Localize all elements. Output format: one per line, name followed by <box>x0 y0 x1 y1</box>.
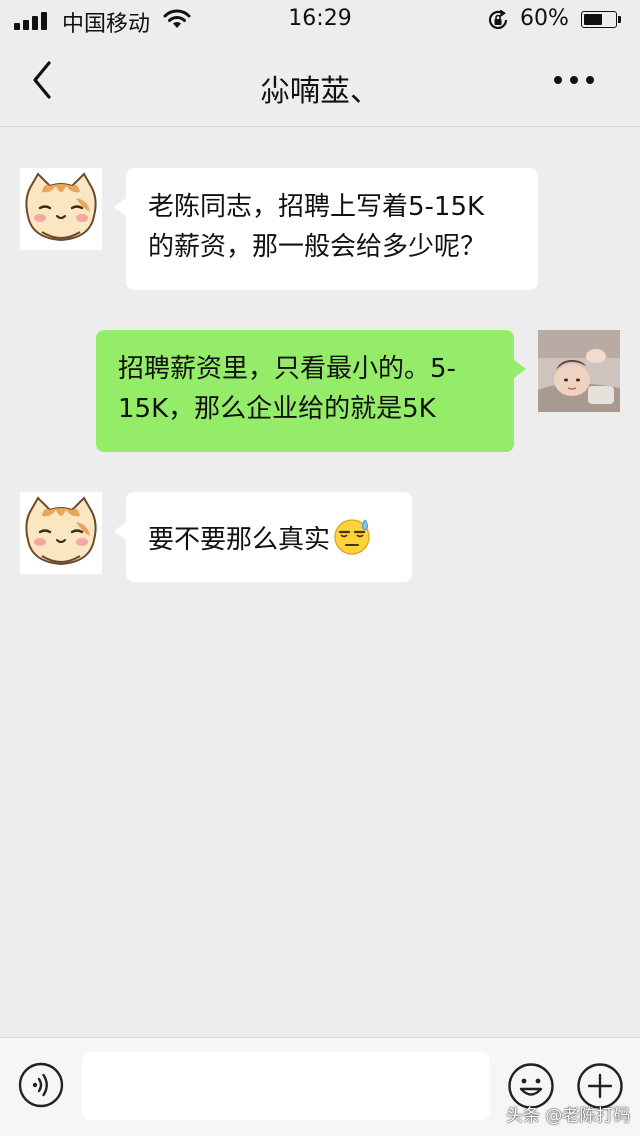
message-bubble-incoming[interactable]: 要不要那么真实 <box>114 492 412 582</box>
message-text: 要不要那么真实 <box>148 525 331 555</box>
message-text-line: 招聘薪资里，只看最小的。5- <box>118 354 456 384</box>
sweat-smile-emoji-icon <box>334 519 370 555</box>
message-bubble-incoming[interactable]: 老陈同志，招聘上写着5-15K 的薪资，那一般会给多少呢？ <box>114 168 538 290</box>
status-bar: 中国移动 16:29 60% <box>0 0 640 40</box>
battery-icon <box>581 11 623 30</box>
message-text-line: 15K，那么企业给的就是5K <box>118 394 436 424</box>
battery-percent: 60% <box>520 6 569 31</box>
contact-avatar[interactable] <box>20 492 102 574</box>
chat-title: 尛喃莁、 <box>260 74 380 109</box>
baby-photo-avatar-icon <box>538 330 620 412</box>
message-text-line: 的薪资，那一般会给多少呢？ <box>148 232 487 262</box>
rotation-lock-icon <box>488 9 508 29</box>
more-button[interactable] <box>548 60 604 100</box>
nav-bar: 尛喃莁、 <box>0 40 640 127</box>
chat-screen: 中国移动 16:29 60% 尛喃莁、 老陈同志，招聘上写着5-15K 的薪资，… <box>0 0 640 1136</box>
message-bubble-outgoing[interactable]: 招聘薪资里，只看最小的。5- 15K，那么企业给的就是5K <box>96 330 526 452</box>
message-input[interactable] <box>82 1052 490 1120</box>
my-avatar[interactable] <box>538 330 620 412</box>
watermark-text: 头条 @老陈打码 <box>506 1106 631 1126</box>
voice-button[interactable] <box>18 1062 64 1108</box>
voice-icon <box>18 1062 64 1108</box>
cat-avatar-icon <box>20 492 102 574</box>
more-dots-icon <box>554 76 594 84</box>
cat-avatar-icon <box>20 168 102 250</box>
contact-avatar[interactable] <box>20 168 102 250</box>
message-text-line: 老陈同志，招聘上写着5-15K <box>148 192 485 222</box>
